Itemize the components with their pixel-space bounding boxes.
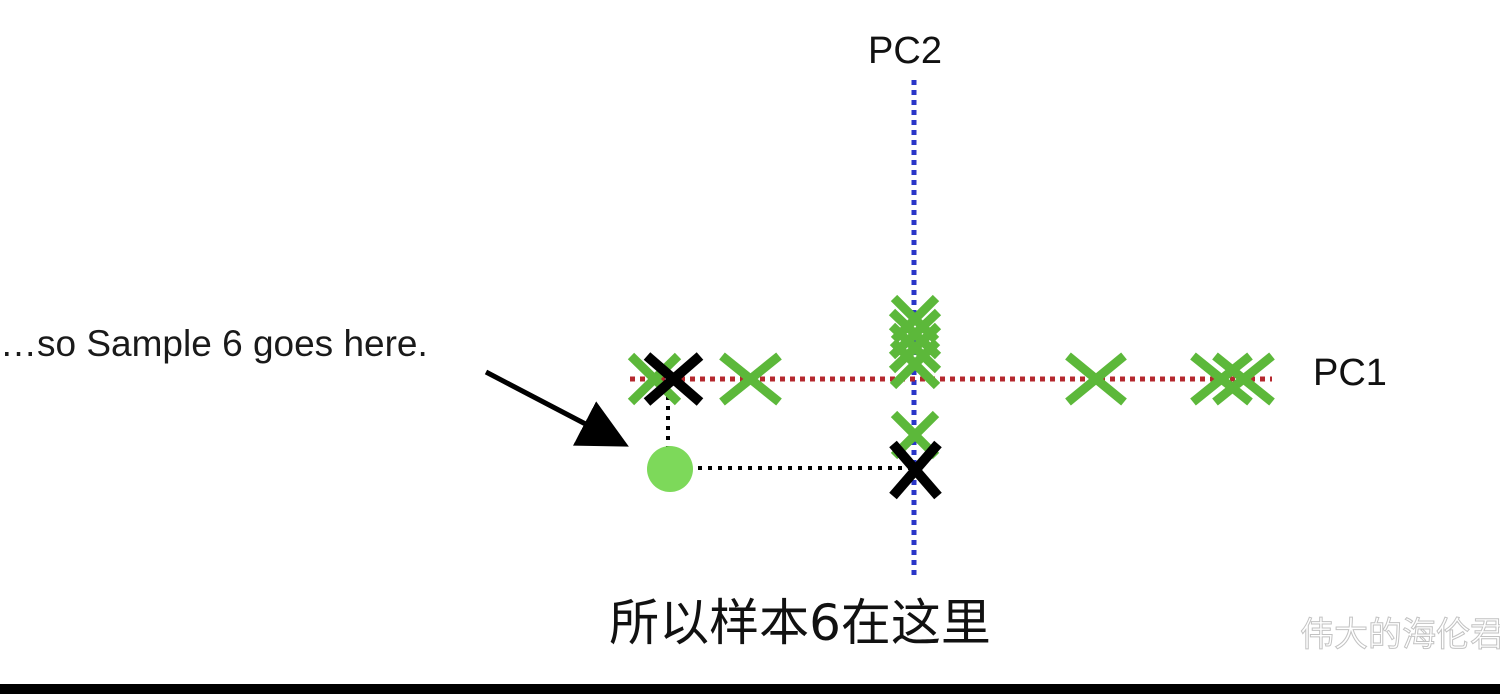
- pc2-axis-label: PC2: [868, 30, 942, 72]
- video-bottom-bar: [0, 684, 1500, 694]
- pca-diagram: PC2 PC1 …so Sample 6 goes here. 所以样本6在这里…: [0, 30, 1500, 656]
- subtitle-caption: 所以样本6在这里: [609, 594, 991, 652]
- pc1-axis-label: PC1: [1313, 352, 1387, 394]
- callout-text: …so Sample 6 goes here.: [0, 323, 428, 364]
- watermark-text: 伟大的海伦君: [1300, 615, 1500, 655]
- sample6-point: [647, 446, 693, 492]
- green-x-mark: [1065, 352, 1127, 406]
- callout-arrow: [484, 369, 629, 447]
